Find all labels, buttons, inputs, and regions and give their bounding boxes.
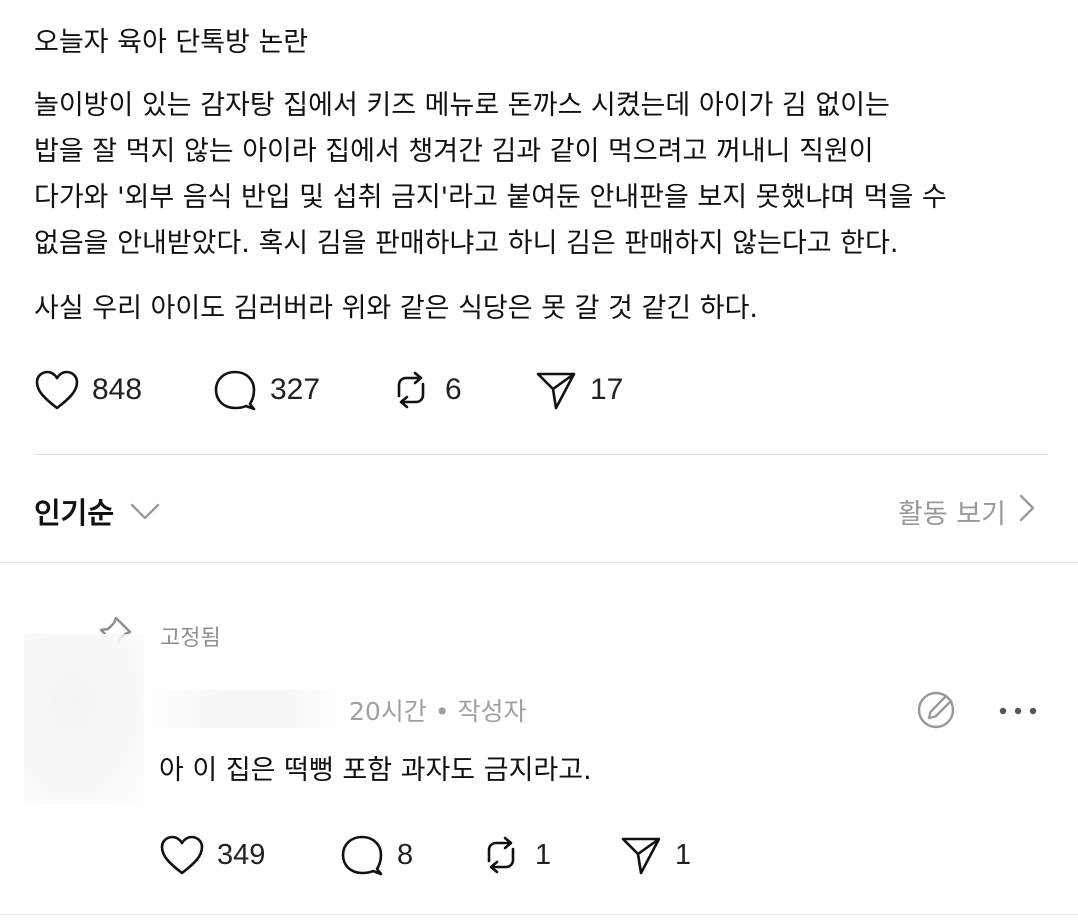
comment-tools [916, 688, 1038, 734]
post-body-paragraph-2: 사실 우리 아이도 김러버라 위와 같은 식당은 못 갈 것 같긴 하다. [34, 293, 758, 324]
comment-reply-button[interactable]: 8 [339, 833, 479, 877]
more-dots-icon[interactable] [998, 702, 1038, 721]
heart-icon [159, 834, 205, 876]
sort-dropdown[interactable]: 인기순 [34, 490, 160, 532]
comment-sort-row: 인기순 활동 보기 [34, 484, 1036, 534]
username[interactable] [150, 690, 340, 728]
avatar[interactable] [24, 634, 144, 804]
divider [34, 454, 1048, 455]
post-share-count: 17 [590, 373, 624, 406]
post-share-button[interactable]: 17 [534, 368, 623, 412]
post-title: 오늘자 육아 단톡방 논란 [34, 27, 309, 58]
post-reply-count: 327 [270, 373, 321, 406]
sort-label: 인기순 [34, 496, 115, 530]
comment-share-count: 1 [675, 838, 692, 871]
pinned-label: 고정됨 [160, 626, 221, 651]
repost-icon [479, 833, 523, 877]
post-repost-button[interactable]: 6 [389, 368, 534, 412]
activity-link[interactable]: 활동 보기 [898, 492, 1036, 531]
comment-reply-count: 8 [397, 838, 414, 871]
post-like-button[interactable]: 848 [34, 369, 212, 411]
speech-bubble-icon [339, 833, 385, 877]
comment-like-count: 349 [217, 838, 266, 871]
comment-text: 아 이 집은 떡뻥 포함 과자도 금지라고. [159, 755, 592, 786]
speech-bubble-icon [212, 368, 258, 412]
post-actions: 848 327 6 17 [34, 368, 623, 412]
post-repost-count: 6 [445, 373, 462, 406]
comment-repost-button[interactable]: 1 [479, 833, 619, 877]
comment-like-button[interactable]: 349 [159, 834, 339, 876]
activity-label: 활동 보기 [898, 499, 1006, 530]
chevron-right-icon [1006, 493, 1036, 530]
divider [0, 562, 1078, 563]
repost-icon [389, 368, 433, 412]
post-body-paragraph-1: 놀이방이 있는 감자탕 집에서 키즈 메뉴로 돈까스 시켰는데 아이가 김 없이… [34, 90, 947, 259]
divider [0, 914, 1078, 915]
comment-actions: 349 8 1 1 [159, 833, 691, 877]
comment-meta: 20시간 • 작성자 [349, 697, 527, 726]
heart-icon [34, 369, 80, 411]
chevron-down-icon [114, 494, 160, 528]
post-like-count: 848 [92, 373, 143, 406]
post-reply-button[interactable]: 327 [212, 368, 389, 412]
comment-share-button[interactable]: 1 [619, 833, 691, 877]
edit-circle-icon[interactable] [916, 688, 958, 734]
send-icon [534, 368, 578, 412]
send-icon [619, 833, 663, 877]
comment-repost-count: 1 [535, 838, 552, 871]
